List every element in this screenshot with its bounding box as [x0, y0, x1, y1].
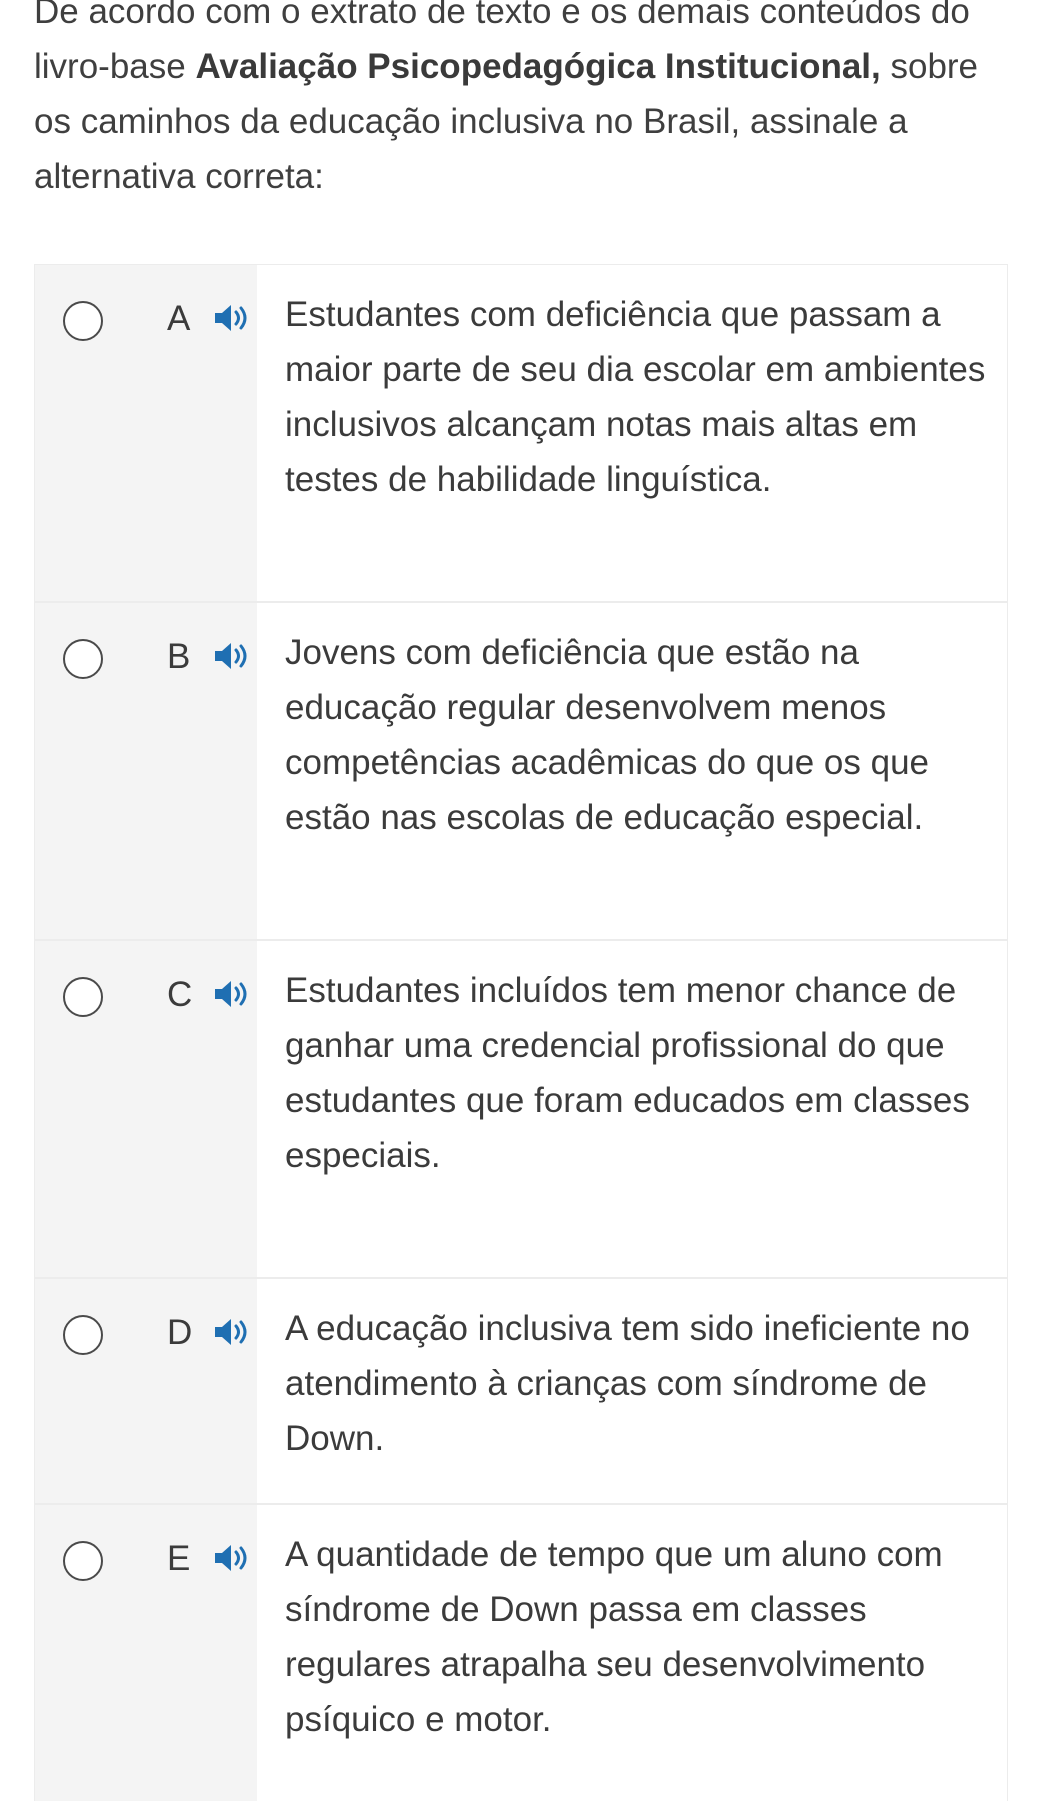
option-text: Estudantes com deficiência que passam a … [257, 265, 1007, 601]
speaker-icon[interactable] [213, 979, 253, 1009]
radio-button-icon[interactable] [63, 639, 103, 679]
speaker-icon[interactable] [213, 641, 253, 671]
radio-button-icon[interactable] [63, 1315, 103, 1355]
option-text: A educação inclusiva tem sido ineficient… [257, 1279, 1007, 1503]
speaker-icon[interactable] [213, 1317, 253, 1347]
radio-button-icon[interactable] [63, 1541, 103, 1581]
option-text: Estudantes incluídos tem menor chance de… [257, 941, 1007, 1277]
radio-button-icon[interactable] [63, 977, 103, 1017]
answer-options: A Estudantes com deficiência que passam … [34, 264, 1008, 1801]
speaker-icon[interactable] [213, 1543, 253, 1573]
question-text: De acordo com o extrato de texto e os de… [34, 0, 1024, 204]
option-a[interactable]: A Estudantes com deficiência que passam … [35, 265, 1007, 603]
option-d[interactable]: D A educação inclusiva tem sido ineficie… [35, 1279, 1007, 1505]
book-title: Avaliação Psicopedagógica Institucional, [195, 47, 881, 86]
option-c[interactable]: C Estudantes incluídos tem menor chance … [35, 941, 1007, 1279]
option-b[interactable]: B Jovens com deficiência que estão na ed… [35, 603, 1007, 941]
option-e[interactable]: E A quantidade de tempo que um aluno com… [35, 1505, 1007, 1801]
radio-button-icon[interactable] [63, 301, 103, 341]
option-text: Jovens com deficiência que estão na educ… [257, 603, 1007, 939]
speaker-icon[interactable] [213, 303, 253, 333]
option-text: A quantidade de tempo que um aluno com s… [257, 1505, 1007, 1801]
